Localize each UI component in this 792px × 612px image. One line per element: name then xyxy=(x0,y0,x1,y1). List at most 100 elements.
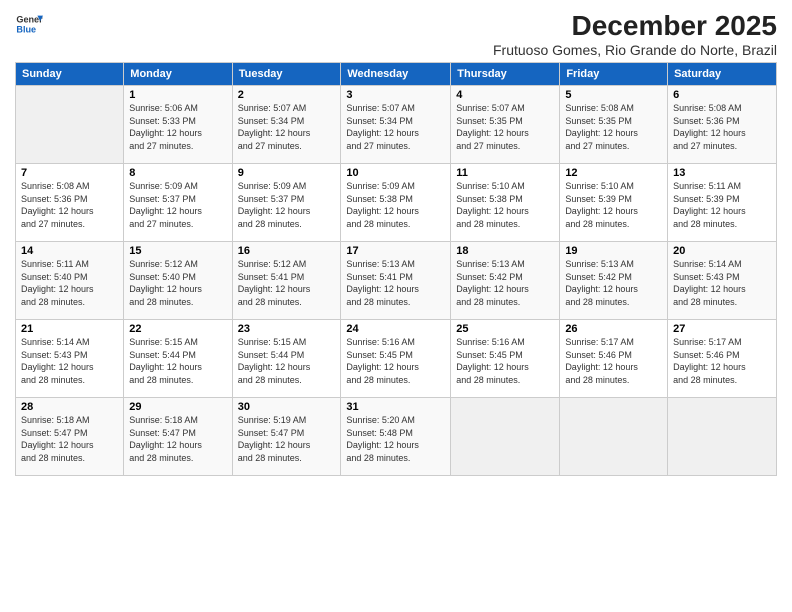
calendar-cell: 4Sunrise: 5:07 AM Sunset: 5:35 PM Daylig… xyxy=(451,86,560,164)
calendar-cell: 24Sunrise: 5:16 AM Sunset: 5:45 PM Dayli… xyxy=(341,320,451,398)
day-number: 17 xyxy=(346,245,445,257)
day-info: Sunrise: 5:07 AM Sunset: 5:35 PM Dayligh… xyxy=(456,102,554,152)
calendar-cell: 25Sunrise: 5:16 AM Sunset: 5:45 PM Dayli… xyxy=(451,320,560,398)
day-info: Sunrise: 5:19 AM Sunset: 5:47 PM Dayligh… xyxy=(238,414,336,464)
week-row-4: 28Sunrise: 5:18 AM Sunset: 5:47 PM Dayli… xyxy=(16,398,777,476)
day-number: 4 xyxy=(456,89,554,101)
day-number: 1 xyxy=(129,89,226,101)
day-number: 22 xyxy=(129,323,226,335)
calendar-cell xyxy=(451,398,560,476)
day-number: 29 xyxy=(129,401,226,413)
day-number: 3 xyxy=(346,89,445,101)
day-number: 10 xyxy=(346,167,445,179)
day-info: Sunrise: 5:07 AM Sunset: 5:34 PM Dayligh… xyxy=(346,102,445,152)
calendar-cell: 15Sunrise: 5:12 AM Sunset: 5:40 PM Dayli… xyxy=(124,242,232,320)
day-info: Sunrise: 5:08 AM Sunset: 5:35 PM Dayligh… xyxy=(565,102,662,152)
day-info: Sunrise: 5:13 AM Sunset: 5:41 PM Dayligh… xyxy=(346,258,445,308)
week-row-2: 14Sunrise: 5:11 AM Sunset: 5:40 PM Dayli… xyxy=(16,242,777,320)
calendar-table: SundayMondayTuesdayWednesdayThursdayFrid… xyxy=(15,62,777,476)
header: General Blue December 2025 Frutuoso Gome… xyxy=(15,10,777,58)
day-header-sunday: Sunday xyxy=(16,63,124,86)
day-number: 18 xyxy=(456,245,554,257)
calendar-cell: 19Sunrise: 5:13 AM Sunset: 5:42 PM Dayli… xyxy=(560,242,668,320)
day-info: Sunrise: 5:06 AM Sunset: 5:33 PM Dayligh… xyxy=(129,102,226,152)
day-info: Sunrise: 5:17 AM Sunset: 5:46 PM Dayligh… xyxy=(673,336,771,386)
day-number: 21 xyxy=(21,323,118,335)
subtitle: Frutuoso Gomes, Rio Grande do Norte, Bra… xyxy=(493,42,777,58)
day-number: 2 xyxy=(238,89,336,101)
calendar-cell: 21Sunrise: 5:14 AM Sunset: 5:43 PM Dayli… xyxy=(16,320,124,398)
day-number: 7 xyxy=(21,167,118,179)
calendar-cell: 12Sunrise: 5:10 AM Sunset: 5:39 PM Dayli… xyxy=(560,164,668,242)
week-row-3: 21Sunrise: 5:14 AM Sunset: 5:43 PM Dayli… xyxy=(16,320,777,398)
day-info: Sunrise: 5:11 AM Sunset: 5:39 PM Dayligh… xyxy=(673,180,771,230)
calendar-cell: 9Sunrise: 5:09 AM Sunset: 5:37 PM Daylig… xyxy=(232,164,341,242)
calendar-cell: 8Sunrise: 5:09 AM Sunset: 5:37 PM Daylig… xyxy=(124,164,232,242)
day-number: 19 xyxy=(565,245,662,257)
calendar-cell: 5Sunrise: 5:08 AM Sunset: 5:35 PM Daylig… xyxy=(560,86,668,164)
svg-text:Blue: Blue xyxy=(16,24,36,34)
day-number: 14 xyxy=(21,245,118,257)
calendar-cell: 17Sunrise: 5:13 AM Sunset: 5:41 PM Dayli… xyxy=(341,242,451,320)
day-info: Sunrise: 5:16 AM Sunset: 5:45 PM Dayligh… xyxy=(346,336,445,386)
day-number: 31 xyxy=(346,401,445,413)
page: General Blue December 2025 Frutuoso Gome… xyxy=(0,0,792,612)
day-number: 16 xyxy=(238,245,336,257)
day-header-tuesday: Tuesday xyxy=(232,63,341,86)
calendar-cell xyxy=(16,86,124,164)
day-number: 13 xyxy=(673,167,771,179)
calendar-cell: 31Sunrise: 5:20 AM Sunset: 5:48 PM Dayli… xyxy=(341,398,451,476)
calendar-cell: 29Sunrise: 5:18 AM Sunset: 5:47 PM Dayli… xyxy=(124,398,232,476)
day-info: Sunrise: 5:12 AM Sunset: 5:40 PM Dayligh… xyxy=(129,258,226,308)
day-number: 25 xyxy=(456,323,554,335)
calendar-cell xyxy=(560,398,668,476)
calendar-cell: 28Sunrise: 5:18 AM Sunset: 5:47 PM Dayli… xyxy=(16,398,124,476)
calendar-cell: 11Sunrise: 5:10 AM Sunset: 5:38 PM Dayli… xyxy=(451,164,560,242)
calendar-cell: 16Sunrise: 5:12 AM Sunset: 5:41 PM Dayli… xyxy=(232,242,341,320)
day-info: Sunrise: 5:13 AM Sunset: 5:42 PM Dayligh… xyxy=(456,258,554,308)
calendar-cell: 3Sunrise: 5:07 AM Sunset: 5:34 PM Daylig… xyxy=(341,86,451,164)
week-row-0: 1Sunrise: 5:06 AM Sunset: 5:33 PM Daylig… xyxy=(16,86,777,164)
day-info: Sunrise: 5:15 AM Sunset: 5:44 PM Dayligh… xyxy=(238,336,336,386)
day-header-wednesday: Wednesday xyxy=(341,63,451,86)
day-number: 20 xyxy=(673,245,771,257)
calendar-cell: 10Sunrise: 5:09 AM Sunset: 5:38 PM Dayli… xyxy=(341,164,451,242)
day-number: 23 xyxy=(238,323,336,335)
day-number: 26 xyxy=(565,323,662,335)
day-info: Sunrise: 5:13 AM Sunset: 5:42 PM Dayligh… xyxy=(565,258,662,308)
day-number: 6 xyxy=(673,89,771,101)
day-info: Sunrise: 5:09 AM Sunset: 5:38 PM Dayligh… xyxy=(346,180,445,230)
day-info: Sunrise: 5:08 AM Sunset: 5:36 PM Dayligh… xyxy=(21,180,118,230)
week-row-1: 7Sunrise: 5:08 AM Sunset: 5:36 PM Daylig… xyxy=(16,164,777,242)
calendar-cell: 18Sunrise: 5:13 AM Sunset: 5:42 PM Dayli… xyxy=(451,242,560,320)
day-info: Sunrise: 5:18 AM Sunset: 5:47 PM Dayligh… xyxy=(21,414,118,464)
day-info: Sunrise: 5:14 AM Sunset: 5:43 PM Dayligh… xyxy=(21,336,118,386)
day-number: 15 xyxy=(129,245,226,257)
day-info: Sunrise: 5:14 AM Sunset: 5:43 PM Dayligh… xyxy=(673,258,771,308)
calendar-cell: 23Sunrise: 5:15 AM Sunset: 5:44 PM Dayli… xyxy=(232,320,341,398)
calendar-cell: 26Sunrise: 5:17 AM Sunset: 5:46 PM Dayli… xyxy=(560,320,668,398)
day-header-friday: Friday xyxy=(560,63,668,86)
day-number: 12 xyxy=(565,167,662,179)
day-info: Sunrise: 5:09 AM Sunset: 5:37 PM Dayligh… xyxy=(129,180,226,230)
day-info: Sunrise: 5:10 AM Sunset: 5:39 PM Dayligh… xyxy=(565,180,662,230)
day-info: Sunrise: 5:18 AM Sunset: 5:47 PM Dayligh… xyxy=(129,414,226,464)
logo: General Blue xyxy=(15,10,43,38)
day-header-saturday: Saturday xyxy=(668,63,777,86)
day-info: Sunrise: 5:16 AM Sunset: 5:45 PM Dayligh… xyxy=(456,336,554,386)
calendar-cell xyxy=(668,398,777,476)
title-block: December 2025 Frutuoso Gomes, Rio Grande… xyxy=(493,10,777,58)
header-row: SundayMondayTuesdayWednesdayThursdayFrid… xyxy=(16,63,777,86)
logo-icon: General Blue xyxy=(15,10,43,38)
calendar-cell: 30Sunrise: 5:19 AM Sunset: 5:47 PM Dayli… xyxy=(232,398,341,476)
day-number: 28 xyxy=(21,401,118,413)
day-info: Sunrise: 5:11 AM Sunset: 5:40 PM Dayligh… xyxy=(21,258,118,308)
calendar-cell: 13Sunrise: 5:11 AM Sunset: 5:39 PM Dayli… xyxy=(668,164,777,242)
calendar-cell: 1Sunrise: 5:06 AM Sunset: 5:33 PM Daylig… xyxy=(124,86,232,164)
day-header-thursday: Thursday xyxy=(451,63,560,86)
day-info: Sunrise: 5:08 AM Sunset: 5:36 PM Dayligh… xyxy=(673,102,771,152)
day-info: Sunrise: 5:12 AM Sunset: 5:41 PM Dayligh… xyxy=(238,258,336,308)
day-info: Sunrise: 5:17 AM Sunset: 5:46 PM Dayligh… xyxy=(565,336,662,386)
day-number: 5 xyxy=(565,89,662,101)
main-title: December 2025 xyxy=(493,10,777,42)
